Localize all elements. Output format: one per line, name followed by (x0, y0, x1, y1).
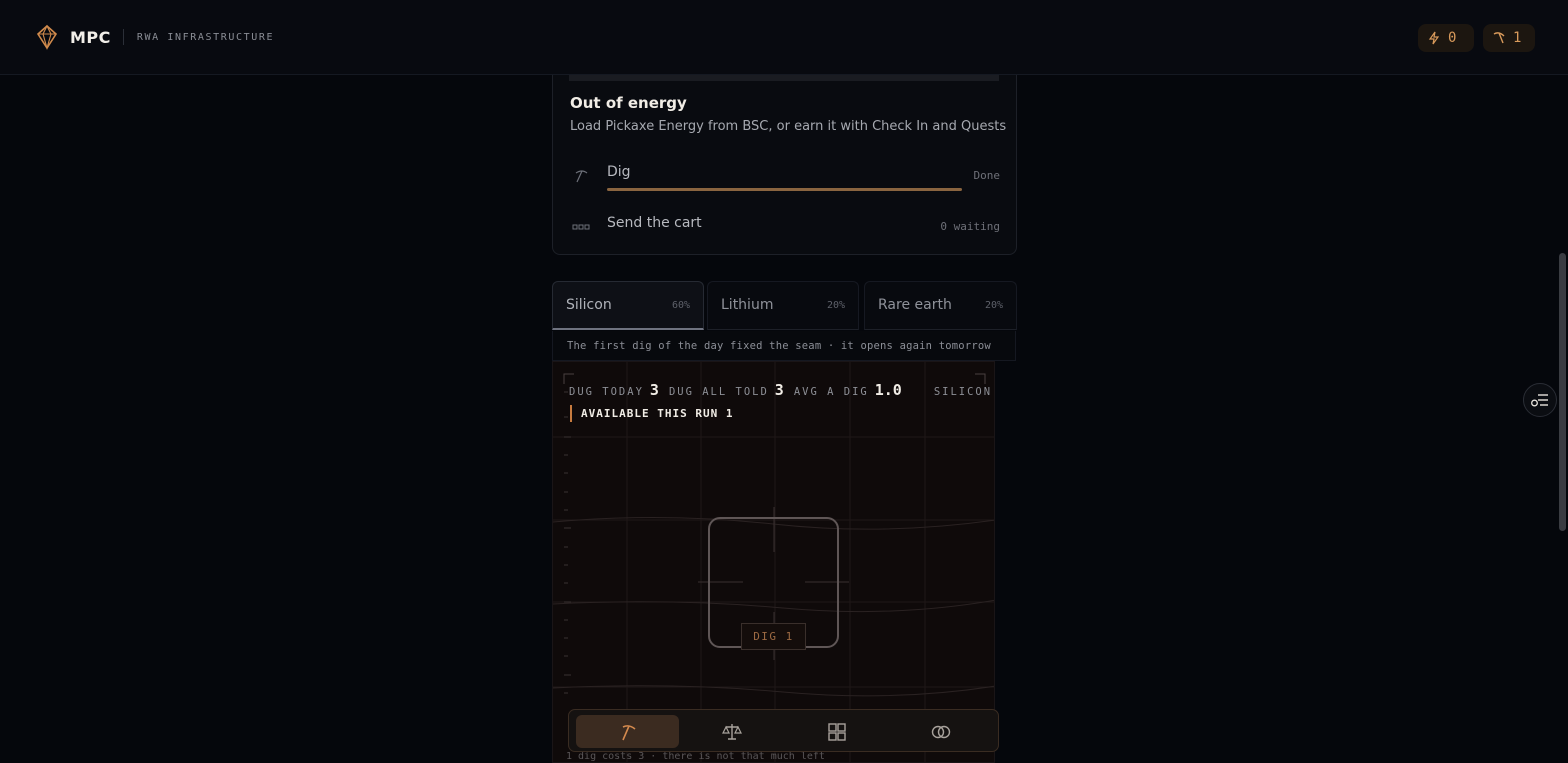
brand[interactable]: MPC RWA INFRASTRUCTURE (36, 24, 274, 50)
dig-progress-bar (607, 188, 962, 191)
brand-tagline: RWA INFRASTRUCTURE (136, 31, 275, 43)
top-header: MPC RWA INFRASTRUCTURE 0 1 (0, 0, 1568, 75)
dug-all-label: DUG ALL TOLD (668, 386, 769, 398)
cart-icon (572, 224, 590, 230)
avg-value: 1.0 (874, 381, 902, 399)
dug-today-value: 3 (649, 381, 659, 399)
diamond-logo-icon (36, 24, 58, 50)
bottom-nav (568, 709, 999, 752)
tab-percentage: 20% (984, 300, 1003, 311)
step-send-cart[interactable]: Send the cart 0 waiting (570, 212, 1000, 242)
step-dig-status: Done (973, 169, 1001, 182)
nav-pool[interactable] (889, 715, 992, 748)
pickaxe-count: 1 (1513, 30, 1522, 46)
available-run: AVAILABLE THIS RUN 1 (570, 405, 733, 422)
tab-lithium[interactable]: Lithium 20% (707, 281, 859, 330)
tab-label: Silicon (566, 297, 612, 313)
dig-cost-footer: 1 dig costs 3 · there is not that much l… (566, 751, 825, 762)
step-dig-label: Dig (607, 164, 631, 180)
dug-all-value: 3 (774, 381, 784, 399)
scale-icon (721, 723, 742, 740)
tab-percentage: 20% (826, 300, 845, 311)
pickaxe-counter[interactable]: 1 (1483, 24, 1535, 52)
dig-button[interactable]: DIG 1 (741, 623, 806, 650)
mining-stats: DUG TODAY 3 DUG ALL TOLD 3 AVG A DIG 1.0… (569, 381, 992, 399)
tab-label: Rare earth (878, 297, 952, 313)
energy-counter[interactable]: 0 (1418, 24, 1474, 52)
energy-card: Out of energy Load Pickaxe Energy from B… (552, 60, 1017, 255)
pickaxe-icon (575, 170, 588, 183)
lightning-icon (1428, 31, 1440, 45)
dug-today-label: DUG TODAY (569, 386, 644, 398)
nav-dig[interactable] (576, 715, 679, 748)
rings-icon (931, 725, 950, 738)
material-label: SILICON (933, 386, 993, 398)
menu-list-icon (1531, 394, 1548, 407)
avg-label: AVG A DIG (793, 386, 869, 398)
energy-card-title: Out of energy (570, 94, 687, 112)
scrollbar-thumb[interactable] (1559, 253, 1566, 531)
tab-silicon[interactable]: Silicon 60% (552, 281, 704, 330)
step-cart-status: 0 waiting (940, 220, 1000, 233)
tab-label: Lithium (721, 297, 774, 313)
energy-count: 0 (1448, 30, 1457, 46)
brand-divider (122, 29, 124, 45)
material-tabs: Silicon 60% Lithium 20% Rare earth 20% (552, 281, 1017, 330)
mining-panel: DUG TODAY 3 DUG ALL TOLD 3 AVG A DIG 1.0… (552, 361, 995, 763)
seam-note: The first dig of the day fixed the seam … (552, 331, 1016, 361)
nav-inventory[interactable] (785, 715, 888, 748)
pickaxe-icon (621, 724, 636, 740)
pickaxe-icon (1493, 32, 1505, 44)
energy-card-subtitle: Load Pickaxe Energy from BSC, or earn it… (570, 119, 1007, 134)
step-cart-label: Send the cart (607, 215, 702, 231)
brand-name: MPC (70, 27, 111, 47)
step-dig[interactable]: Dig Done (570, 161, 1000, 191)
grid-icon (827, 722, 846, 741)
tab-percentage: 60% (671, 300, 690, 311)
floating-menu-button[interactable] (1523, 383, 1557, 417)
tab-rare-earth[interactable]: Rare earth 20% (864, 281, 1017, 330)
nav-trade[interactable] (680, 715, 783, 748)
